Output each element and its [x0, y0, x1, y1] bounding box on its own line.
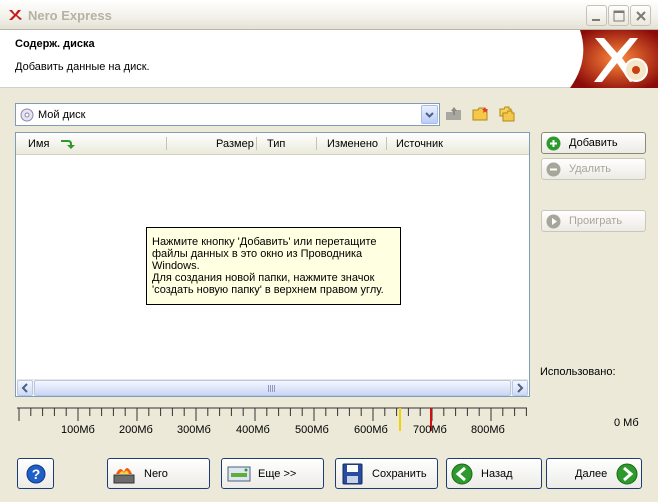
save-button-label: Сохранить [372, 468, 427, 480]
page-subtitle: Добавить данные на диск. [15, 61, 150, 73]
minimize-button[interactable] [586, 5, 607, 26]
used-value: 0 Мб [614, 417, 639, 429]
scroll-thumb[interactable] [34, 380, 511, 396]
nero-button-label: Nero [144, 468, 168, 480]
minimize-icon [592, 19, 600, 21]
disc-icon [20, 108, 34, 122]
more-button-label: Еще >> [258, 468, 297, 480]
chevron-right-icon [517, 383, 524, 393]
horizontal-scrollbar[interactable] [17, 379, 528, 396]
add-button-label: Добавить [569, 137, 618, 149]
hint-line: файлы данных в это окно из Проводника [152, 248, 363, 260]
next-arrow-icon [616, 463, 638, 485]
ruler-label: 200Мб [119, 424, 153, 436]
capacity-ruler: 100Мб 200Мб 300Мб 400Мб 500Мб 600Мб 700М… [15, 405, 530, 440]
close-icon [636, 11, 646, 21]
ruler-label: 400Мб [236, 424, 270, 436]
title-bar[interactable]: Nero Express [0, 0, 658, 30]
chevron-down-icon [425, 112, 434, 118]
nero-app-icon [9, 10, 22, 20]
column-separator[interactable] [256, 137, 257, 150]
column-type[interactable]: Тип [267, 138, 285, 150]
column-modified[interactable]: Изменено [327, 138, 378, 150]
disc-select-dropdown[interactable] [421, 105, 438, 124]
scroll-right-button[interactable] [512, 380, 528, 396]
remove-icon [546, 162, 561, 177]
more-button[interactable]: Еще >> [221, 458, 324, 489]
used-label: Использовано: [540, 366, 616, 378]
nero-button[interactable]: Nero [107, 458, 210, 489]
disc-select-value: Мой диск [38, 109, 86, 121]
ruler-label: 700Мб [413, 424, 447, 436]
next-button[interactable]: Далее [546, 458, 642, 489]
ruler-label: 800Мб [471, 424, 505, 436]
ruler-label: 500Мб [295, 424, 329, 436]
add-icon [546, 136, 561, 151]
disc-select[interactable]: Мой диск [15, 103, 440, 126]
up-folder-icon[interactable] [445, 106, 463, 122]
hint-line: Нажмите кнопку 'Добавить' или перетащите [152, 236, 377, 248]
list-header: Имя Размер Тип Изменено Источник [16, 133, 529, 155]
ruler-label: 600Мб [354, 424, 388, 436]
column-size[interactable]: Размер [216, 138, 254, 150]
maximize-icon [613, 10, 625, 22]
hint-line: Для создания новой папки, нажмите значок [152, 272, 375, 284]
hint-line: 'создать новую папку' в верхнем правом у… [152, 284, 384, 296]
back-arrow-icon [451, 463, 473, 485]
hint-line: Windows. [152, 260, 200, 272]
delete-button-label: Удалить [569, 163, 611, 175]
column-name[interactable]: Имя [28, 138, 49, 150]
file-list[interactable]: Имя Размер Тип Изменено Источник Нажмите… [15, 132, 530, 397]
new-folder-icon[interactable] [498, 106, 516, 122]
column-separator[interactable] [316, 137, 317, 150]
ruler-label: 300Мб [177, 424, 211, 436]
back-button-label: Назад [481, 468, 513, 480]
scroll-left-button[interactable] [17, 380, 33, 396]
drive-icon [227, 466, 251, 482]
delete-button[interactable]: Удалить [541, 158, 646, 180]
column-source[interactable]: Источник [396, 138, 443, 150]
add-button[interactable]: Добавить [541, 132, 646, 154]
window-title: Nero Express [28, 8, 112, 23]
close-button[interactable] [630, 5, 651, 26]
play-button[interactable]: Проиграть [541, 210, 646, 232]
grip-icon [268, 385, 276, 392]
page-title: Содерж. диска [15, 38, 95, 50]
ruler-label: 100Мб [61, 424, 95, 436]
maximize-button[interactable] [608, 5, 629, 26]
help-button[interactable]: ? [17, 458, 54, 489]
nero-logo [570, 30, 658, 88]
floppy-save-icon [342, 463, 363, 485]
play-icon [546, 214, 561, 229]
wizard-header: Содерж. диска Добавить данные на диск. [0, 30, 658, 88]
save-button[interactable]: Сохранить [335, 458, 438, 489]
chevron-left-icon [21, 383, 28, 393]
help-icon: ? [26, 464, 46, 484]
back-button[interactable]: Назад [446, 458, 542, 489]
play-button-label: Проиграть [569, 215, 623, 227]
svg-text:?: ? [32, 466, 41, 482]
nero-burn-icon [113, 467, 135, 484]
column-separator[interactable] [166, 137, 167, 150]
next-button-label: Далее [575, 468, 608, 480]
sort-arrow-icon [61, 140, 75, 149]
hint-tooltip: Нажмите кнопку 'Добавить' или перетащите… [146, 227, 401, 305]
column-separator[interactable] [386, 137, 387, 150]
folder-icon[interactable] [472, 106, 490, 122]
